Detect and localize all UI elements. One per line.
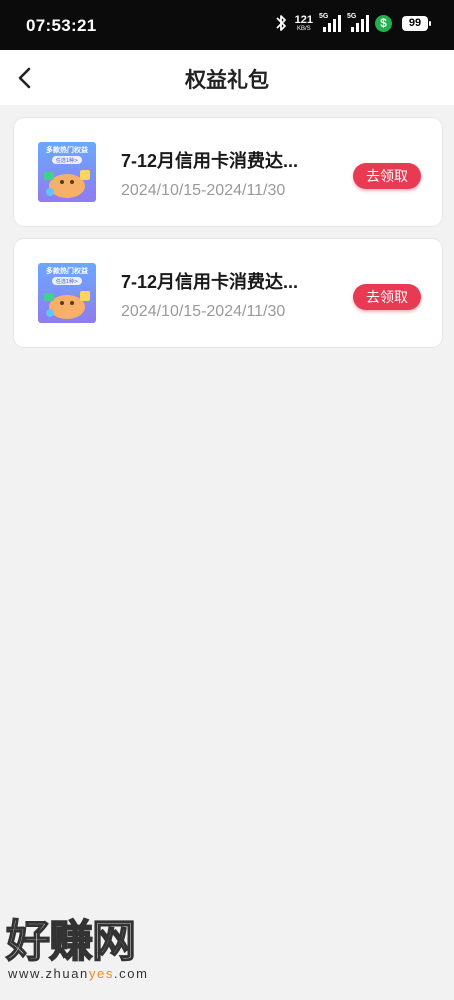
watermark-url-suffix: .com	[113, 966, 149, 981]
page-title: 权益礼包	[185, 69, 269, 92]
payment-app-icon: $	[375, 14, 392, 32]
signal-icon-sim1: 5G	[319, 12, 341, 34]
watermark-url-prefix: www.zhuan	[8, 966, 89, 981]
benefit-card[interactable]: 多款热门权益 任选1种> 7-12月信用卡消费达... 2024/10/15-2…	[14, 239, 442, 347]
benefit-card[interactable]: 多款热门权益 任选1种> 7-12月信用卡消费达... 2024/10/15-2…	[14, 118, 442, 226]
status-bar: 07:53:21 121 KB/S 5G 5G $ 99	[0, 0, 454, 50]
watermark-logo: 好赚网 www.zhuanyes.com	[5, 917, 196, 988]
thumbnail-title: 多款热门权益	[46, 145, 88, 154]
thumbnail-title: 多款热门权益	[46, 266, 88, 275]
thumbnail-subtitle: 任选1种>	[56, 278, 78, 285]
network-speed-value: 121	[294, 13, 313, 26]
benefit-title: 7-12月信用卡消费达...	[121, 272, 299, 292]
benefit-title: 7-12月信用卡消费达...	[121, 151, 299, 171]
thumbnail-subtitle: 任选1种>	[56, 157, 78, 164]
benefit-date-range: 2024/10/15-2024/11/30	[121, 303, 286, 320]
nav-bar: 权益礼包	[0, 50, 454, 105]
benefit-date-range: 2024/10/15-2024/11/30	[121, 182, 286, 199]
network-speed-unit: KB/S	[296, 25, 311, 32]
benefit-thumbnail: 多款热门权益 任选1种>	[38, 142, 96, 202]
status-icons: 121 KB/S 5G 5G $ 99	[273, 12, 431, 34]
claim-button[interactable]: 去领取	[353, 284, 421, 310]
signal-icon-sim2: 5G	[347, 12, 369, 34]
watermark-url: www.zhuanyes.com	[8, 966, 196, 981]
bluetooth-icon	[276, 15, 286, 31]
battery-icon: 99	[402, 15, 431, 31]
network-speed: 121 KB/S	[294, 13, 313, 32]
battery-level: 99	[408, 17, 422, 29]
status-time: 07:53:21	[26, 16, 97, 35]
claim-button[interactable]: 去领取	[353, 163, 421, 189]
watermark-text: 好赚网	[5, 917, 137, 967]
watermark-url-highlight: yes	[88, 966, 114, 981]
benefit-thumbnail: 多款热门权益 任选1种>	[38, 263, 96, 323]
